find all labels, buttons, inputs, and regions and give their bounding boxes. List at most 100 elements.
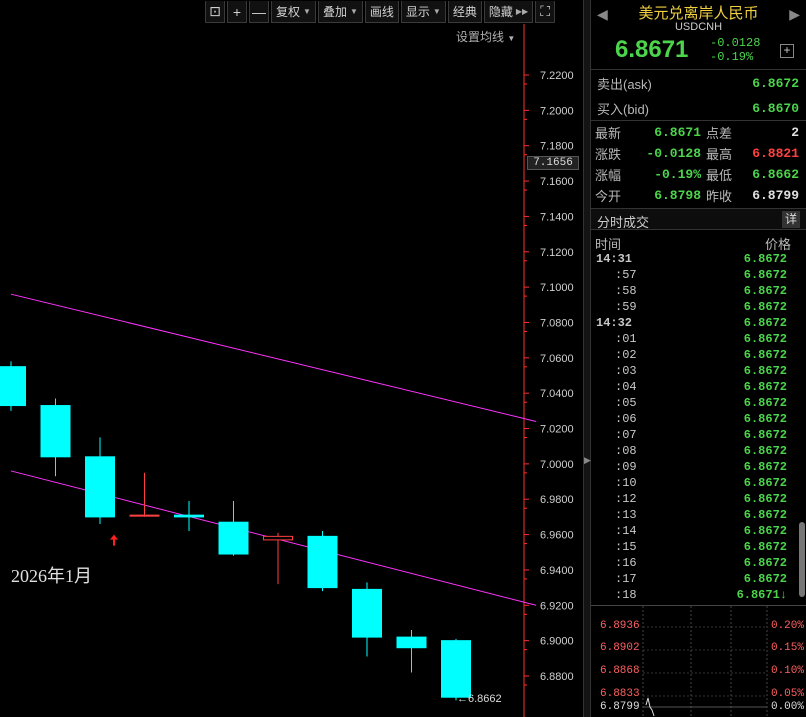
trade-row: :59 6.8672 [591,300,796,316]
y-tick-label: 6.9000 [540,636,574,648]
trade-price: 6.8672 [743,492,787,506]
y-tick-label: 7.1000 [540,282,574,294]
trade-price: 6.8671↓ [736,588,787,602]
mini-pct-label: 0.10% [770,665,804,677]
y-tick-label: 6.9800 [540,494,574,506]
trade-row: 14:32 6.8672 [591,316,796,332]
quote-panel: ◀ ▶ 美元兑离岸人民币 USDCNH 6.8671 -0.0128 -0.19… [591,0,806,717]
y-tick-label: 7.1400 [540,211,574,223]
current-price-tag: 7.1656 [527,156,579,170]
stat-label: 涨幅 [595,167,622,183]
stat-value: -0.19% [654,166,701,182]
ask-row: 卖出(ask) 6.8672 [591,73,806,93]
y-tick-label: 7.1800 [540,141,574,153]
candle-body [0,366,26,407]
trade-time: :12 [615,492,637,506]
stat-value: 6.8798 [654,187,701,203]
red-arrow-marker [110,534,118,546]
trade-price: 6.8672 [743,428,787,442]
candle-body [352,588,382,638]
trade-row: :57 6.8672 [591,268,796,284]
intraday-mini-chart[interactable]: 6.8936 0.20% 6.8902 0.15% 6.8868 0.10% 6.8833 0… [591,605,806,717]
mini-pct-label: 0.15% [770,642,804,654]
time-column-header: 时间 [595,237,622,252]
symbol-code: USDCNH [674,21,723,33]
trade-row: :03 6.8672 [591,364,796,380]
trade-row: :04 6.8672 [591,380,796,396]
y-tick-label: 6.9600 [540,530,574,542]
trade-time: :16 [615,556,637,570]
trade-row: :15 6.8672 [591,540,796,556]
trade-time: :02 [615,348,637,362]
trades-detail-button[interactable]: 详 [782,211,800,228]
trade-row: 14:31 6.8672 [591,252,796,268]
trade-time: :01 [615,332,637,346]
trade-price: 6.8672 [743,540,787,554]
trade-price: 6.8672 [743,348,787,362]
mini-price-label: 6.8799 [600,701,640,713]
trade-price: 6.8672 [743,252,787,266]
stat-label: 涨跌 [595,146,622,162]
stats-row: 今开 6.8798 昨收 6.8799 [591,185,806,205]
trade-price: 6.8672 [743,556,787,570]
y-tick-label: 7.1600 [540,176,574,188]
trade-time: :17 [615,572,637,586]
stat-label: 最新 [595,125,622,141]
candle-body [307,535,338,589]
trade-price: 6.8672 [743,268,787,282]
trade-time: :14 [615,524,637,538]
y-tick-label: 7.2200 [540,70,574,82]
bid-label: 买入(bid) [597,101,650,117]
mini-pct-label: 0.05% [770,688,804,700]
trade-time: :05 [615,396,637,410]
ask-value: 6.8672 [752,75,799,91]
low-price-label: ←6.8662 [457,693,502,705]
trade-time: :06 [615,412,637,426]
panel-splitter[interactable]: ▶ [583,0,591,717]
trade-row: :02 6.8672 [591,348,796,364]
stat-label: 今开 [595,188,622,204]
quote-header: ◀ ▶ 美元兑离岸人民币 USDCNH 6.8671 -0.0128 -0.19… [591,0,806,70]
trades-scrollbar[interactable] [799,252,805,602]
candle-body [441,640,471,698]
y-tick-label: 7.0600 [540,353,574,365]
trade-time: :18 [615,588,637,602]
stats-row: 涨幅 -0.19% 最低 6.8662 [591,164,806,184]
trend-line [10,293,537,422]
trade-time: :08 [615,444,637,458]
candle-body [218,521,249,555]
add-watchlist-button[interactable]: + [780,44,794,58]
mini-pct-label: 0.20% [770,620,804,632]
y-tick-label: 7.0400 [540,388,574,400]
trade-time: 14:32 [596,316,633,330]
trade-row: :17 6.8672 [591,572,796,588]
trades-title: 分时成交 [597,215,650,230]
trade-time: :03 [615,364,637,378]
stat-value: 6.8799 [752,187,799,203]
trade-time: :59 [615,300,637,314]
stat-label: 昨收 [706,188,733,204]
y-tick-label: 6.9400 [540,565,574,577]
candle-body [85,456,115,518]
trade-price: 6.8672 [743,364,787,378]
bid-row: 买入(bid) 6.8670 [591,98,806,118]
trade-time: :58 [615,284,637,298]
candlestick-chart[interactable]: 7.2200 7.2000 7.1800 7.1600 7.1400 7.1200 7.10… [0,0,584,717]
stat-value: 6.8662 [752,166,799,182]
y-tick-label: 7.2000 [540,105,574,117]
candle-body [396,636,427,649]
stat-value: 6.8671 [654,124,701,140]
trade-price: 6.8672 [743,332,787,346]
trade-time: :04 [615,380,637,394]
trade-price: 6.8672 [743,476,787,490]
candle-body [174,514,204,518]
trade-row: :08 6.8672 [591,444,796,460]
trade-time: :13 [615,508,637,522]
trade-time: :09 [615,460,637,474]
trade-row: :01 6.8672 [591,332,796,348]
trade-price: 6.8672 [743,508,787,522]
scroll-thumb[interactable] [799,522,805,597]
trades-list: 14:31 6.8672:57 6.8672:58 6.8672:59 6.8672 14… [591,252,796,604]
trade-time: :57 [615,268,637,282]
candle-body [263,535,293,541]
